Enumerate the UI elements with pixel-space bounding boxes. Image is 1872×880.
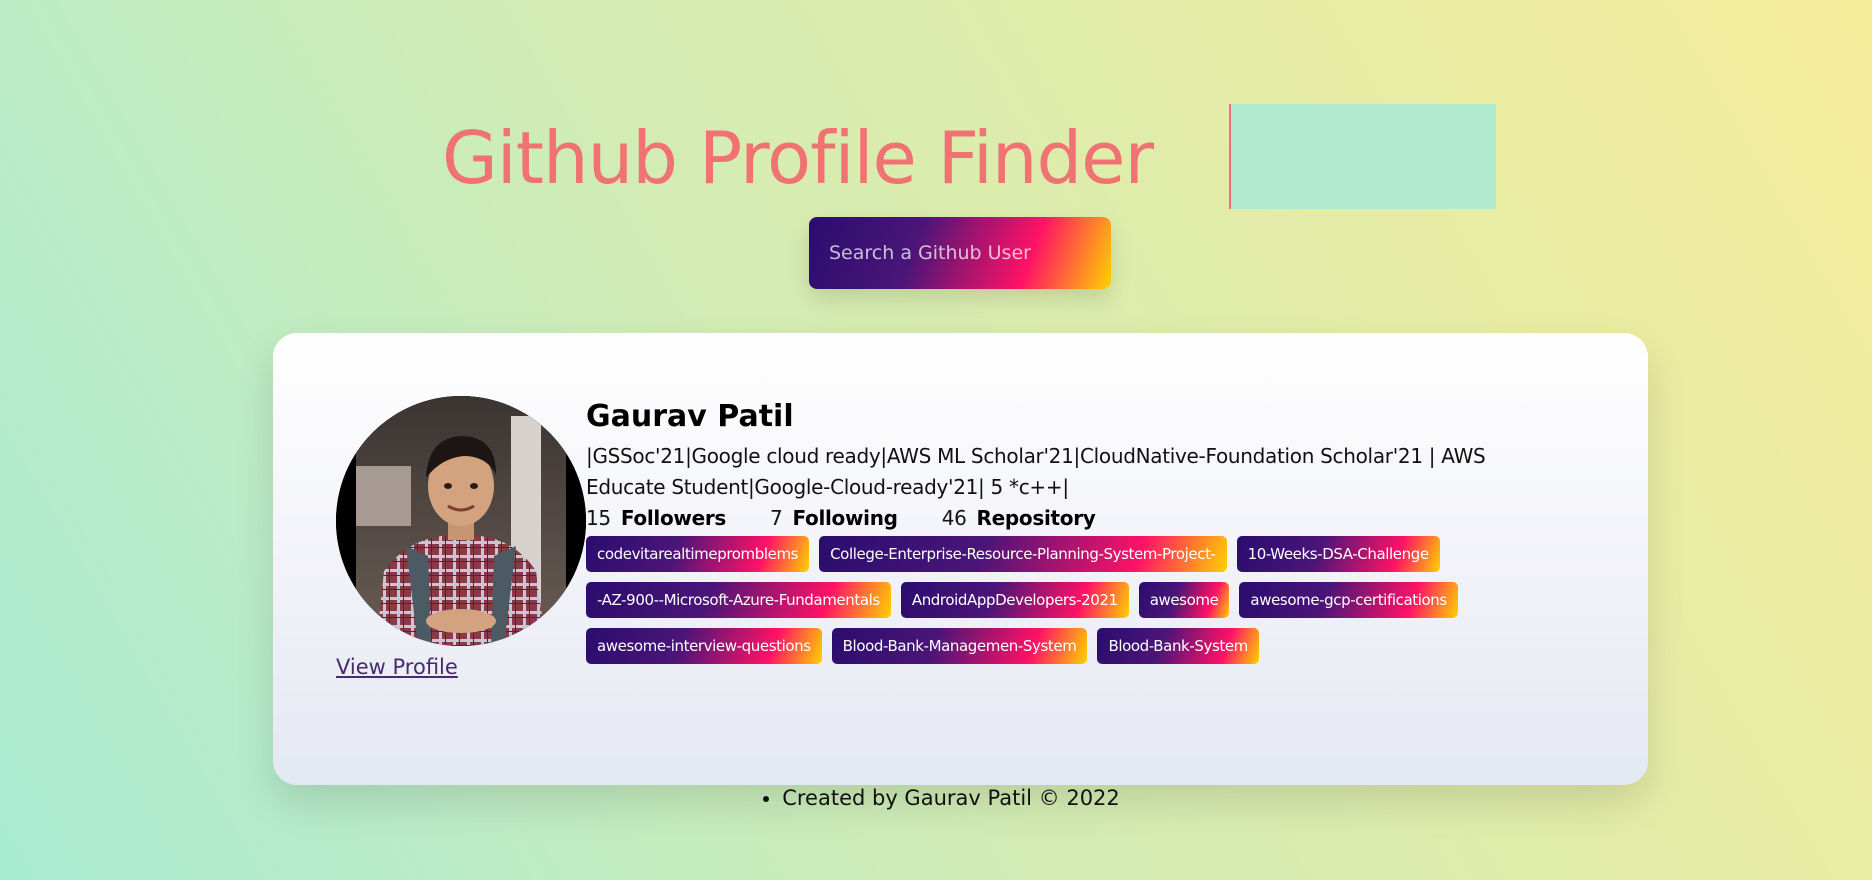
repo-tag[interactable]: awesome [1138,582,1230,618]
repo-tag[interactable]: -AZ-900--Microsoft-Azure-Fundamentals [586,582,891,618]
avatar [336,396,586,646]
view-profile-link[interactable]: View Profile [336,655,458,679]
typing-cursor-highlight [1229,104,1496,209]
footer-list: Created by Gaurav Patil © 2022 [752,786,1120,810]
profile-stats: 15 Followers 7 Following 46 Repository [586,503,1606,533]
profile-photo [336,396,586,646]
footer: Created by Gaurav Patil © 2022 [0,786,1872,810]
repo-tag[interactable]: Blood-Bank-System [1097,628,1259,664]
following-count: 7 [770,506,783,530]
repo-tag[interactable]: 10-Weeks-DSA-Challenge [1236,536,1440,572]
footer-credit: Created by Gaurav Patil © 2022 [782,786,1120,810]
repo-tag[interactable]: awesome-interview-questions [586,628,822,664]
repo-tag[interactable]: codevitarealtimepromblems [586,536,810,572]
page-title: Github Profile Finder [442,116,1154,200]
repo-tag[interactable]: awesome-gcp-certifications [1239,582,1458,618]
following-label: Following [792,506,898,530]
profile-info: Gaurav Patil |GSSoc'21|Google cloud read… [586,397,1606,674]
repo-tag[interactable]: Blood-Bank-Managemen-System [831,628,1088,664]
profile-card: View Profile Gaurav Patil |GSSoc'21|Goog… [273,333,1648,785]
profile-bio: |GSSoc'21|Google cloud ready|AWS ML Scho… [586,444,1486,499]
repos-label: Repository [976,506,1096,530]
repo-list: codevitarealtimepromblems College-Enterp… [586,536,1596,674]
followers-label: Followers [620,506,727,530]
repo-tag[interactable]: AndroidAppDevelopers-2021 [900,582,1129,618]
profile-name: Gaurav Patil [586,399,794,434]
followers-count: 15 [586,506,611,530]
repos-count: 46 [941,506,967,530]
search-input[interactable] [809,217,1111,289]
header: Github Profile Finder [0,104,1872,214]
repo-tag[interactable]: College-Enterprise-Resource-Planning-Sys… [819,536,1227,572]
